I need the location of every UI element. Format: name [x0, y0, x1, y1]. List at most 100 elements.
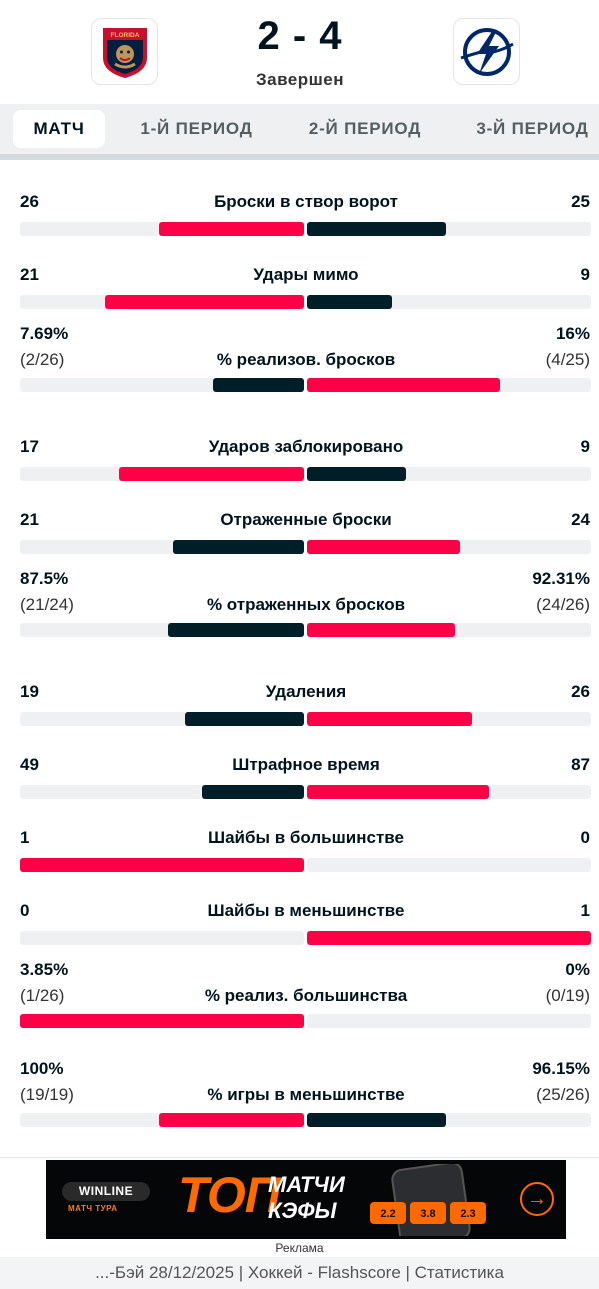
stat-label: Шайбы в большинстве: [208, 828, 404, 847]
stat-row-shots-on-goal: 26 Броски в створ ворот 25: [0, 160, 599, 236]
tab-match[interactable]: МАТЧ: [13, 110, 105, 148]
away-bar-track: [307, 623, 591, 637]
ad-headline: ТОП: [178, 1167, 281, 1223]
home-value: 0: [20, 901, 30, 920]
home-value: 21: [20, 265, 39, 284]
stat-label: Ударов заблокировано: [208, 437, 404, 456]
home-value: 1: [20, 828, 30, 847]
away-value: 9: [580, 265, 590, 284]
home-sub-value: (21/24): [20, 595, 74, 614]
away-sub-value: (24/26): [536, 595, 590, 614]
stats-list: 26 Броски в створ ворот 25 21 Удары мимо…: [0, 160, 599, 1140]
ad-brand-name: WINLINE: [62, 1182, 150, 1201]
stat-row-shooting-pct: 7.69% (2/26) % реализов. бросков 16% (4/…: [0, 306, 599, 405]
ad-divider: [0, 1157, 599, 1158]
away-bar-track: [307, 1014, 591, 1028]
stat-label: % игры в меньшинстве: [207, 1085, 405, 1104]
stat-row-penalties: 19 Удаления 26: [0, 650, 599, 726]
home-value: 3.85%: [20, 960, 69, 979]
home-bar: [20, 1014, 304, 1028]
home-value: 21: [20, 510, 39, 529]
stat-row-shorthanded-goals: 0 Шайбы в меньшинстве 1: [0, 869, 599, 945]
ad-odds-1: 2.2: [380, 1208, 395, 1220]
ad-phone-image-icon: 2.2 3.8 2.3: [370, 1164, 486, 1236]
home-value: 49: [20, 755, 39, 774]
arrow-right-icon[interactable]: →: [520, 1182, 554, 1216]
lightning-logo-icon: [460, 27, 514, 76]
away-value: 26: [571, 682, 590, 701]
match-header: FLORIDA 2 - 4 Завершен: [0, 0, 599, 104]
ad-brand-logo: WINLINE МАТЧ ТУРА: [62, 1182, 150, 1216]
stat-row-save-pct: 87.5% (21/24) % отраженных бросков 92.31…: [0, 551, 599, 650]
away-team-logo[interactable]: [453, 18, 520, 85]
home-bar: [213, 378, 304, 392]
stat-label: Удары мимо: [253, 265, 359, 284]
ad-line-1: МАТЧИ: [268, 1172, 345, 1197]
home-bar-track: [20, 1014, 304, 1028]
svg-text:FLORIDA: FLORIDA: [110, 32, 139, 39]
away-sub-value: (0/19): [545, 986, 590, 1005]
ad-odds-3: 2.3: [460, 1208, 475, 1220]
home-bar-track: [20, 378, 304, 392]
stat-row-powerplay-goals: 1 Шайбы в большинстве 0: [0, 796, 599, 872]
away-bar: [307, 623, 455, 637]
home-value: 26: [20, 192, 39, 211]
ad-banner[interactable]: WINLINE МАТЧ ТУРА ТОП МАТЧИ КЭФЫ 2.2 3.8…: [46, 1160, 566, 1239]
stat-row-missed-shots: 21 Удары мимо 9: [0, 233, 599, 309]
away-value: 92.31%: [532, 569, 590, 588]
stat-label: Отраженные броски: [220, 510, 392, 529]
away-bar-track: [307, 1113, 591, 1127]
stat-row-penalty-kill-pct: 100% (19/19) % игры в меньшинстве 96.15%…: [0, 1041, 599, 1140]
stat-label: % реализ. большинства: [204, 986, 408, 1005]
away-bar: [307, 378, 501, 392]
tab-period-2[interactable]: 2-Й ПЕРИОД: [297, 110, 433, 148]
away-value: 87: [571, 755, 590, 774]
home-sub-value: (1/26): [20, 986, 65, 1005]
away-sub-value: (25/26): [536, 1085, 590, 1104]
away-value: 0%: [565, 960, 590, 979]
away-value: 9: [580, 437, 590, 456]
stat-label: % реализов. бросков: [216, 350, 396, 369]
away-value: 25: [571, 192, 590, 211]
tab-period-1[interactable]: 1-Й ПЕРИОД: [130, 110, 263, 148]
ad-brand-subtitle: МАТЧ ТУРА: [68, 1204, 118, 1213]
stat-row-blocked-shots: 17 Ударов заблокировано 9: [0, 405, 599, 481]
stat-row-penalty-minutes: 49 Штрафное время 87: [0, 723, 599, 799]
away-value: 24: [571, 510, 590, 529]
ad-odds-2: 3.8: [420, 1208, 435, 1220]
home-bar-track: [20, 1113, 304, 1127]
match-status: Завершен: [255, 70, 345, 89]
home-value: 19: [20, 682, 39, 701]
away-value: 96.15%: [532, 1059, 590, 1078]
home-bar: [159, 1113, 304, 1127]
home-value: 100%: [20, 1059, 64, 1078]
match-score: 2 - 4: [257, 14, 343, 58]
away-sub-value: (4/25): [545, 350, 590, 369]
stat-row-saves: 21 Отраженные броски 24: [0, 478, 599, 554]
stat-label: Штрафное время: [232, 755, 380, 774]
away-bar: [307, 1113, 447, 1127]
stat-label: Удаления: [265, 682, 347, 701]
stat-label: % отраженных бросков: [206, 595, 406, 614]
home-value: 87.5%: [20, 569, 69, 588]
away-value: 1: [580, 901, 590, 920]
tab-period-3[interactable]: 3-Й ПЕРИОД: [466, 110, 599, 148]
home-sub-value: (2/26): [20, 350, 65, 369]
home-bar: [167, 623, 304, 637]
away-bar-track: [307, 378, 591, 392]
home-bar-track: [20, 623, 304, 637]
ad-label: Реклама: [275, 1241, 324, 1255]
period-tabs: МАТЧ 1-Й ПЕРИОД 2-Й ПЕРИОД 3-Й ПЕРИОД: [0, 104, 599, 154]
stat-label: Шайбы в меньшинстве: [207, 901, 405, 920]
ad-line-2: КЭФЫ: [268, 1198, 337, 1223]
away-value: 0: [580, 828, 590, 847]
home-value: 7.69%: [20, 324, 69, 343]
away-value: 16%: [555, 324, 590, 343]
panthers-logo-icon: FLORIDA: [102, 27, 147, 78]
page-footer-title: ...-Бэй 28/12/2025 | Хоккей - Flashscore…: [0, 1257, 599, 1289]
stat-row-powerplay-pct: 3.85% (1/26) % реализ. большинства 0% (0…: [0, 942, 599, 1041]
home-sub-value: (19/19): [20, 1085, 74, 1104]
home-team-logo[interactable]: FLORIDA: [91, 18, 158, 85]
home-value: 17: [20, 437, 39, 456]
stat-label: Броски в створ ворот: [214, 192, 398, 211]
